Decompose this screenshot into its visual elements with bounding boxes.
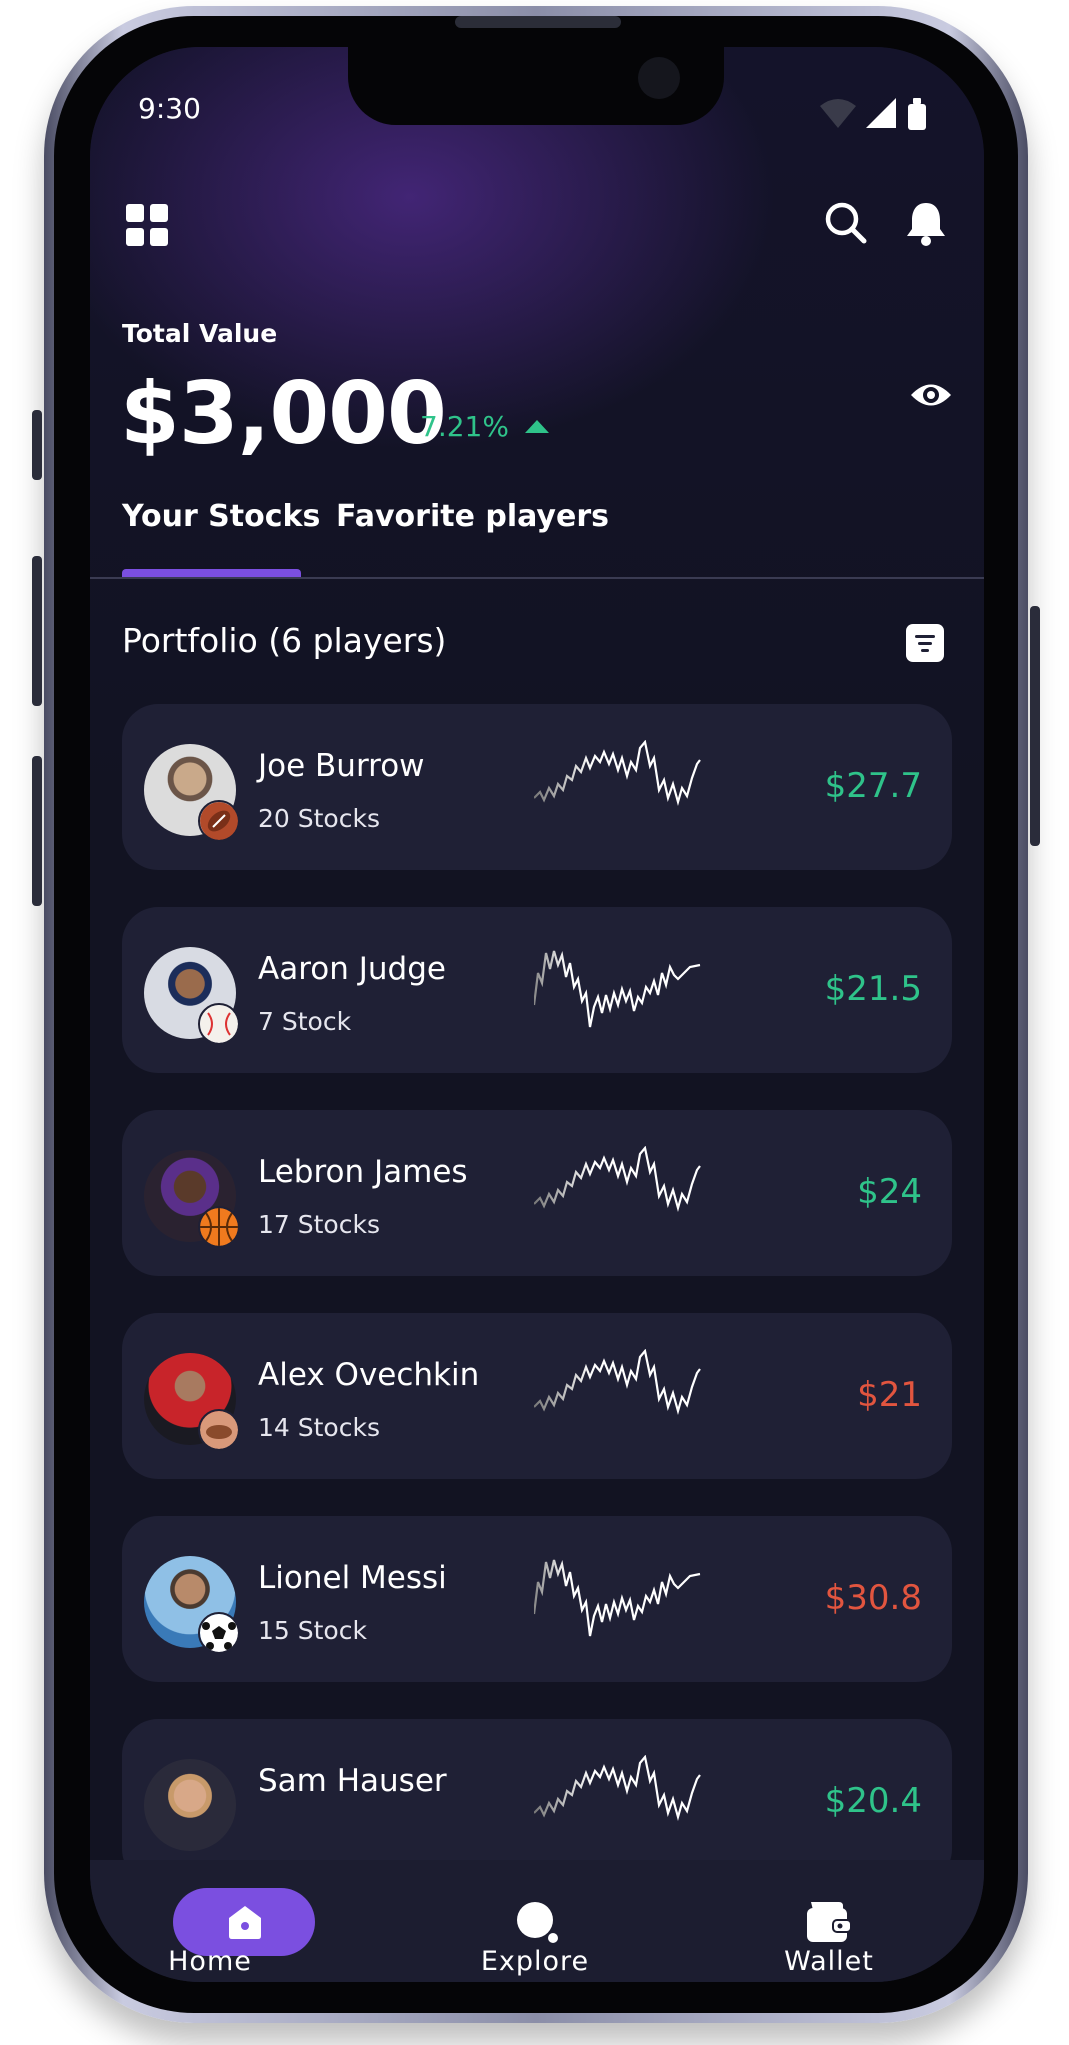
player-price: $24	[857, 1172, 922, 1212]
soccer-ball-icon	[198, 1612, 240, 1654]
search-icon[interactable]	[818, 195, 874, 251]
football-icon	[198, 800, 240, 842]
player-price: $30.8	[824, 1578, 922, 1618]
player-stock-count: 20 Stocks	[258, 804, 380, 833]
status-icons	[820, 98, 926, 130]
player-name: Aaron Judge	[258, 951, 446, 987]
player-price: $20.4	[824, 1781, 922, 1821]
bottom-nav: Home Explore Wallet	[90, 1860, 984, 1982]
player-name: Lebron James	[258, 1154, 468, 1190]
total-value-amount: $3,000	[120, 364, 447, 464]
baseball-icon	[198, 1003, 240, 1045]
player-price: $21	[857, 1375, 922, 1415]
trend-up-icon	[525, 420, 549, 433]
player-name: Joe Burrow	[258, 748, 425, 784]
sparkline-chart	[534, 1349, 701, 1416]
player-avatar	[144, 1759, 236, 1851]
player-name: Sam Hauser	[258, 1763, 447, 1799]
notch	[348, 47, 724, 125]
player-card[interactable]: Aaron Judge 7 Stock $21.5	[122, 907, 952, 1073]
tabs-divider	[90, 577, 984, 579]
signal-icon	[866, 98, 896, 128]
player-card[interactable]: Sam Hauser $20.4	[122, 1719, 952, 1862]
player-price: $21.5	[824, 969, 922, 1009]
player-stock-count: 17 Stocks	[258, 1210, 380, 1239]
status-time: 9:30	[138, 92, 201, 125]
battery-icon	[908, 104, 926, 130]
power-button	[1030, 606, 1040, 846]
portfolio-title: Portfolio (6 players)	[122, 621, 447, 660]
player-name: Alex Ovechkin	[258, 1357, 480, 1393]
nav-home-label: Home	[168, 1946, 252, 1977]
total-value-label: Total Value	[122, 319, 278, 348]
home-icon	[229, 1906, 261, 1939]
change-percent: 7.21%	[420, 410, 509, 443]
earpiece-speaker	[455, 16, 621, 28]
sparkline-chart	[534, 1755, 701, 1822]
tab-your-stocks[interactable]: Your Stocks	[122, 499, 320, 534]
sparkline-chart	[534, 1559, 701, 1637]
tab-favorite-players[interactable]: Favorite players	[336, 499, 609, 534]
player-price: $27.7	[824, 766, 922, 806]
grid-menu-icon[interactable]	[126, 204, 170, 248]
eye-icon[interactable]	[908, 372, 954, 418]
front-camera	[638, 57, 680, 99]
wallet-icon	[807, 1902, 852, 1942]
nav-explore-label: Explore	[480, 1946, 590, 1977]
sparkline-chart	[534, 950, 701, 1028]
sparkline-chart	[534, 1146, 701, 1213]
filter-icon[interactable]	[906, 624, 944, 662]
hockey-icon	[198, 1409, 240, 1451]
nav-wallet[interactable]: Wallet	[709, 1860, 949, 1982]
nav-explore[interactable]: Explore	[415, 1860, 655, 1982]
sparkline-chart	[534, 740, 701, 807]
bell-icon[interactable]	[898, 195, 954, 251]
player-stock-count: 7 Stock	[258, 1007, 352, 1036]
player-card[interactable]: Alex Ovechkin 14 Stocks $21	[122, 1313, 952, 1479]
nav-home[interactable]: Home	[90, 1860, 330, 1982]
mute-switch	[32, 410, 42, 480]
basketball-icon	[198, 1206, 240, 1248]
player-stock-count: 15 Stock	[258, 1616, 367, 1645]
player-name: Lionel Messi	[258, 1560, 447, 1596]
player-list: Joe Burrow 20 Stocks $27.7 Aaron Judge 7…	[122, 704, 952, 1862]
player-card[interactable]: Lionel Messi 15 Stock $30.8	[122, 1516, 952, 1682]
nav-wallet-label: Wallet	[784, 1946, 874, 1977]
app-screen: 9:30 Total Value $3,000 7.21% Your Stock…	[90, 47, 984, 1982]
active-tab-indicator	[122, 569, 301, 577]
wifi-icon	[820, 99, 856, 128]
volume-up-button	[32, 556, 42, 706]
explore-icon	[517, 1902, 558, 1943]
player-card[interactable]: Lebron James 17 Stocks $24	[122, 1110, 952, 1276]
volume-down-button	[32, 756, 42, 906]
player-stock-count: 14 Stocks	[258, 1413, 380, 1442]
player-card[interactable]: Joe Burrow 20 Stocks $27.7	[122, 704, 952, 870]
